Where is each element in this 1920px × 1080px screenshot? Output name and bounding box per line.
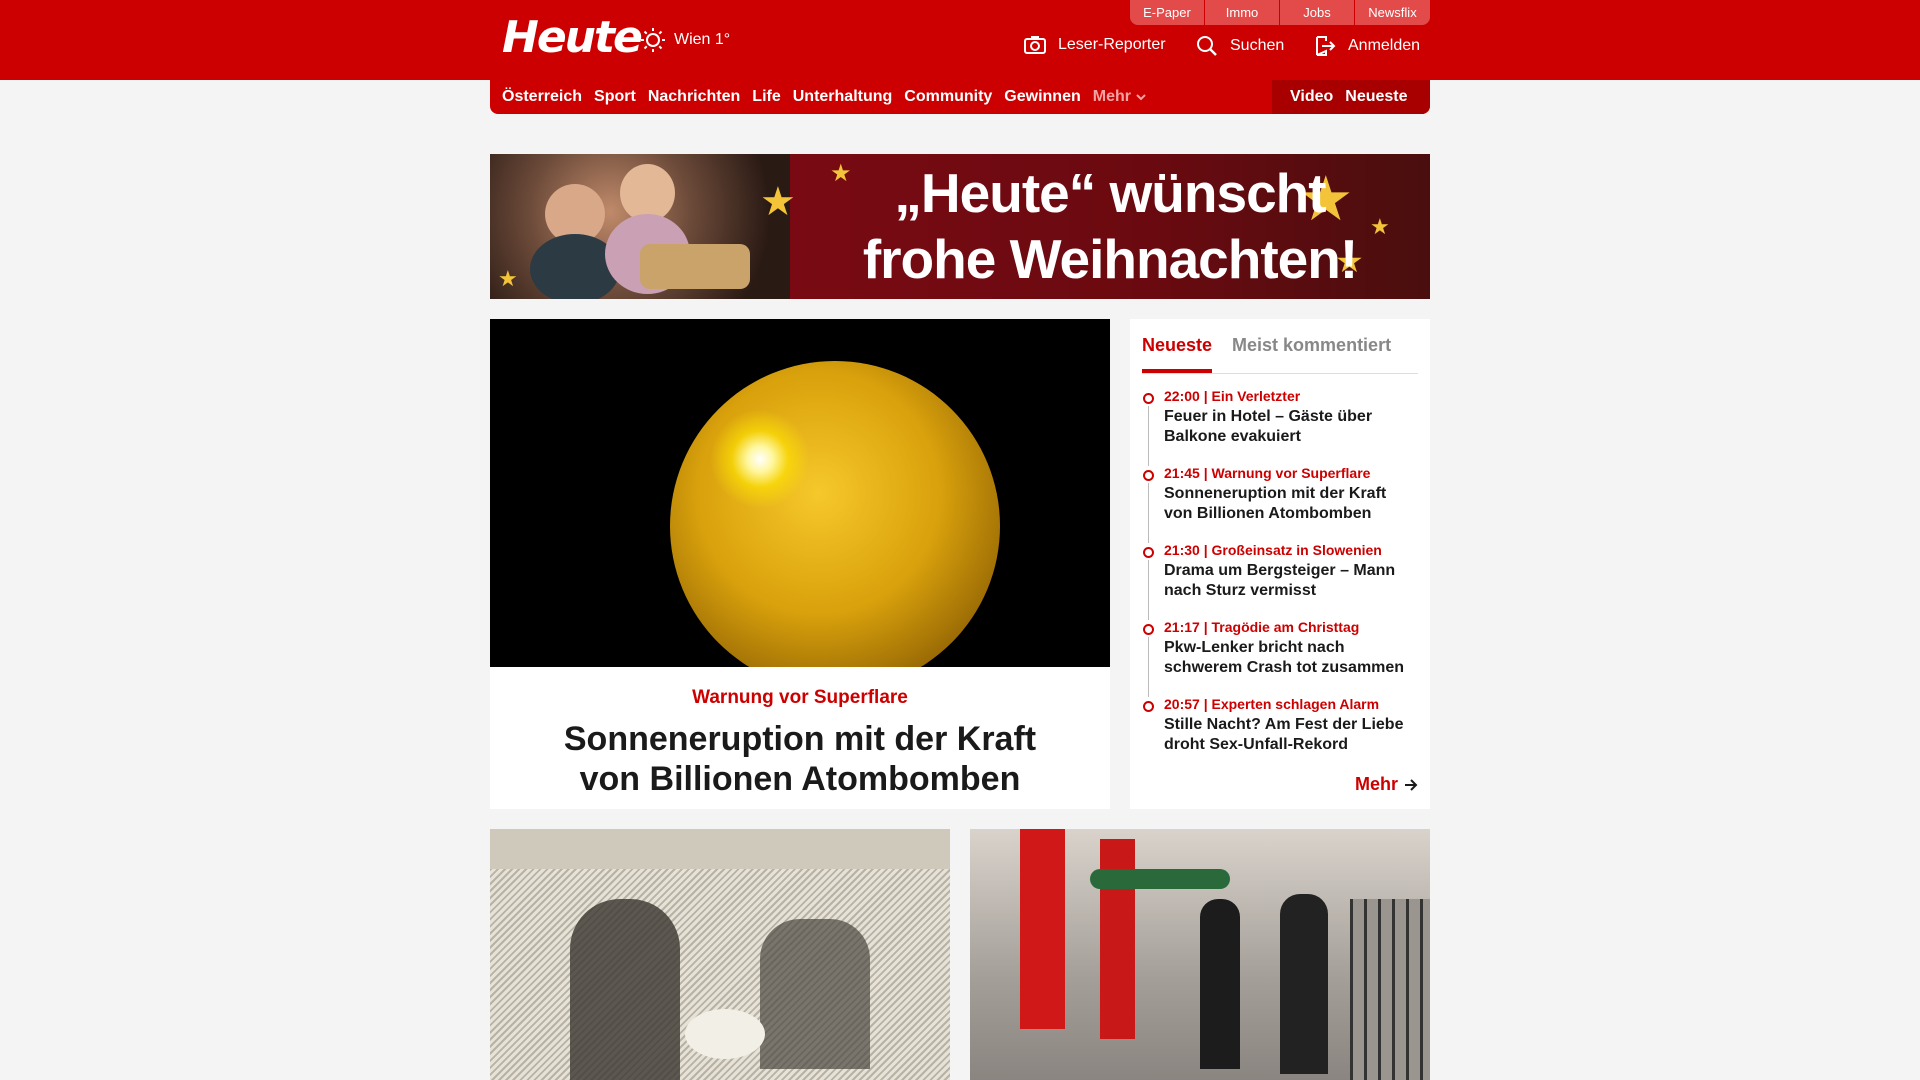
timeline-line [1148, 483, 1149, 543]
search-icon [1197, 36, 1217, 56]
flare-illustration [710, 409, 810, 509]
list-item[interactable]: 22:00 | Ein Verletzter Feuer in Hotel – … [1142, 388, 1418, 466]
card-image-detail [760, 919, 870, 1069]
sidebar-tabs: Neueste Meist kommentiert [1142, 329, 1418, 374]
star-icon: ★ [760, 180, 796, 224]
arrow-right-icon [1405, 778, 1418, 791]
nav-nachrichten[interactable]: Nachrichten [648, 88, 740, 106]
sun-illustration [670, 361, 1000, 667]
leser-reporter-button[interactable]: Leser-Reporter [1024, 35, 1166, 55]
hero-kicker: Warnung vor Superflare [692, 687, 908, 708]
nav-neueste[interactable]: Neueste [1345, 88, 1407, 106]
top-header [0, 0, 1920, 80]
timeline-dot [1143, 547, 1154, 558]
timeline-line [1148, 406, 1149, 466]
entry-title[interactable]: Sonneneruption mit der Kraft von Billion… [1164, 484, 1418, 524]
card-image-detail [1020, 829, 1065, 1029]
banner-line-2: frohe Weihnachten! [862, 228, 1358, 290]
list-item[interactable]: 20:57 | Experten schlagen Alarm Stille N… [1142, 696, 1418, 755]
list-item[interactable]: 21:45 | Warnung vor Superflare Sonneneru… [1142, 465, 1418, 543]
card-image-detail [1280, 894, 1328, 1074]
entry-meta: 21:17 | Tragödie am Christtag [1164, 619, 1360, 635]
weather-text: Wien 1° [674, 31, 731, 48]
nav-oesterreich[interactable]: Österreich [502, 88, 582, 106]
chevron-down-icon [1136, 93, 1146, 100]
main-nav: Österreich Sport Nachrichten Life Unterh… [490, 80, 1430, 114]
login-label: Anmelden [1348, 37, 1421, 54]
list-item[interactable]: 21:30 | Großeinsatz in Slowenien Drama u… [1142, 542, 1418, 620]
tab-neueste[interactable]: Neueste [1142, 329, 1213, 373]
timeline-line [1148, 637, 1149, 697]
nav-more[interactable]: Mehr [1093, 88, 1146, 106]
timeline-dot [1143, 624, 1154, 635]
timeline-dot [1143, 470, 1154, 481]
nav-unterhaltung[interactable]: Unterhaltung [793, 88, 893, 106]
hero-title[interactable]: Sonneneruption mit der Kraft von Billion… [490, 719, 1110, 799]
entry-meta: 21:45 | Warnung vor Superflare [1164, 465, 1371, 481]
card-image-detail [490, 829, 950, 869]
tab-jobs[interactable]: Jobs [1280, 0, 1355, 25]
sun-icon [641, 28, 665, 52]
banner-text: „Heute“ wünscht frohe Weihnachten! [810, 160, 1410, 292]
timeline-dot [1143, 393, 1154, 404]
entry-meta: 21:30 | Großeinsatz in Slowenien [1164, 542, 1382, 558]
search-button[interactable]: Suchen [1196, 35, 1284, 57]
entry-title[interactable]: Stille Nacht? Am Fest der Liebe droht Se… [1164, 715, 1418, 755]
tab-immo[interactable]: Immo [1205, 0, 1280, 25]
hero-article[interactable]: Warnung vor Superflare Sonneneruption mi… [490, 319, 1110, 809]
christmas-banner[interactable]: ★ ★ ★ ★ ★ ★ „Heute“ wünscht frohe Weihna… [490, 154, 1430, 299]
weather-widget[interactable]: Wien 1° [640, 27, 730, 53]
nav-life[interactable]: Life [752, 88, 780, 106]
article-card-mall[interactable] [970, 829, 1430, 1080]
article-card-engraving[interactable] [490, 829, 950, 1080]
nav-more-label: Mehr [1092, 88, 1131, 105]
tab-e-paper[interactable]: E-Paper [1130, 0, 1205, 25]
entry-meta: 20:57 | Experten schlagen Alarm [1164, 696, 1380, 712]
nav-community[interactable]: Community [904, 88, 992, 106]
banner-line-1: „Heute“ wünscht [894, 162, 1326, 224]
camera-icon [1024, 36, 1046, 54]
leser-reporter-label: Leser-Reporter [1058, 36, 1166, 53]
nav-video[interactable]: Video [1290, 88, 1333, 106]
login-button[interactable]: Anmelden [1314, 35, 1420, 57]
entry-title[interactable]: Pkw-Lenker bricht nach schwerem Crash to… [1164, 638, 1418, 678]
star-icon: ★ [498, 266, 518, 291]
more-link[interactable]: Mehr [1355, 774, 1418, 795]
card-image-detail [570, 899, 680, 1080]
entry-title[interactable]: Feuer in Hotel – Gäste über Balkone evak… [1164, 407, 1418, 447]
nav-gewinnen[interactable]: Gewinnen [1004, 88, 1080, 106]
latest-sidebar: Neueste Meist kommentiert 22:00 | Ein Ve… [1130, 319, 1430, 809]
card-image-detail [1090, 869, 1230, 889]
card-image-detail [685, 1009, 765, 1059]
tab-meist-kommentiert[interactable]: Meist kommentiert [1232, 329, 1391, 373]
timeline-line [1148, 560, 1149, 620]
banner-photo [490, 154, 790, 299]
news-list: 22:00 | Ein Verletzter Feuer in Hotel – … [1142, 388, 1418, 755]
hero-image [490, 319, 1110, 667]
search-label: Suchen [1230, 37, 1285, 54]
entry-meta: 22:00 | Ein Verletzter [1164, 388, 1301, 404]
list-item[interactable]: 21:17 | Tragödie am Christtag Pkw-Lenker… [1142, 619, 1418, 697]
card-image-detail [1350, 899, 1430, 1080]
login-icon [1316, 36, 1336, 56]
top-tabs: E-Paper Immo Jobs Newsflix [1130, 0, 1430, 25]
nav-right-group: Video Neueste [1272, 80, 1430, 114]
tab-newsflix[interactable]: Newsflix [1355, 0, 1430, 25]
heute-logo[interactable]: Heute [502, 12, 643, 63]
entry-title[interactable]: Drama um Bergsteiger – Mann nach Sturz v… [1164, 561, 1418, 601]
card-image-detail [1200, 899, 1240, 1069]
more-label: Mehr [1354, 774, 1398, 794]
nav-sport[interactable]: Sport [594, 88, 636, 106]
timeline-dot [1143, 701, 1154, 712]
